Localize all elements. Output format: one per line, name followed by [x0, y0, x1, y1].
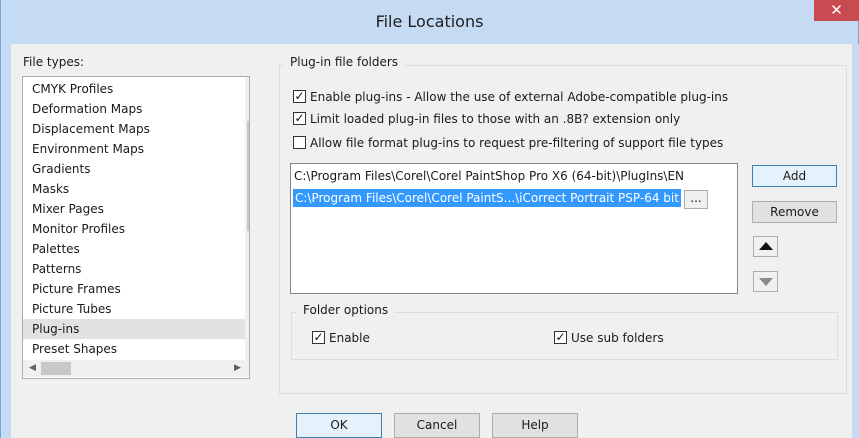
window-right-frame: [852, 44, 859, 438]
help-button[interactable]: Help: [492, 413, 578, 438]
browse-button[interactable]: ...: [684, 190, 708, 209]
scroll-left-icon[interactable]: ◀: [24, 360, 41, 377]
checkbox-label[interactable]: Use sub folders: [571, 329, 664, 347]
dialog-title: File Locations: [375, 12, 484, 31]
folder-path-row-selected[interactable]: C:\Program Files\Corel\Corel PaintS...\i…: [293, 189, 681, 207]
checkbox-label[interactable]: Allow file format plug-ins to request pr…: [310, 134, 723, 152]
add-button[interactable]: Add: [752, 165, 837, 187]
window-left-frame: [1, 44, 11, 438]
list-item[interactable]: Mixer Pages: [32, 199, 104, 219]
vertical-scrollbar[interactable]: ▲ ▼: [245, 77, 249, 360]
horizontal-scrollbar[interactable]: ◀ ▶: [23, 360, 249, 377]
plugin-folders-group-title: Plug-in file folders: [284, 55, 405, 69]
list-item[interactable]: Preset Shapes: [32, 339, 117, 359]
ok-button[interactable]: OK: [296, 413, 382, 438]
close-icon: ✕: [830, 1, 843, 19]
triangle-up-icon: [759, 242, 773, 250]
list-item-selected[interactable]: Plug-ins: [23, 319, 246, 339]
close-button[interactable]: ✕: [814, 0, 859, 21]
title-bar: File Locations ✕: [1, 0, 859, 44]
list-item[interactable]: Masks: [32, 179, 69, 199]
list-item[interactable]: Monitor Profiles: [32, 219, 125, 239]
checkbox-box[interactable]: ✓: [312, 331, 325, 344]
list-item[interactable]: Patterns: [32, 259, 81, 279]
check-icon: ✓: [555, 330, 566, 344]
plugin-folders-list[interactable]: C:\Program Files\Corel\Corel PaintShop P…: [290, 163, 738, 294]
scroll-right-icon[interactable]: ▶: [229, 360, 246, 377]
scroll-down-icon[interactable]: ▼: [245, 342, 249, 359]
file-locations-dialog: File Locations ✕ File types: CMYK Profil…: [0, 0, 859, 438]
triangle-down-icon: [759, 278, 773, 286]
list-item[interactable]: Palettes: [32, 239, 80, 259]
list-item[interactable]: Deformation Maps: [32, 99, 142, 119]
checkbox-box[interactable]: [293, 136, 306, 149]
scroll-up-icon[interactable]: ▲: [245, 79, 249, 96]
check-icon: ✓: [313, 330, 324, 344]
move-up-button[interactable]: [753, 236, 778, 257]
list-item[interactable]: Picture Frames: [32, 279, 121, 299]
remove-button[interactable]: Remove: [752, 201, 837, 223]
list-item[interactable]: CMYK Profiles: [32, 79, 113, 99]
checkbox-label[interactable]: Enable plug-ins - Allow the use of exter…: [310, 88, 728, 106]
file-types-label: File types:: [23, 55, 84, 69]
check-icon: ✓: [294, 111, 305, 125]
file-types-list[interactable]: CMYK Profiles Deformation Maps Displacem…: [22, 76, 250, 379]
horizontal-scroll-thumb[interactable]: [41, 362, 71, 375]
list-item[interactable]: Environment Maps: [32, 139, 144, 159]
checkbox-box[interactable]: ✓: [554, 331, 567, 344]
folder-path-row[interactable]: C:\Program Files\Corel\Corel PaintShop P…: [294, 167, 684, 185]
list-item[interactable]: Picture Tubes: [32, 299, 111, 319]
checkbox-label[interactable]: Enable: [329, 329, 370, 347]
move-down-button[interactable]: [753, 271, 778, 292]
cancel-button[interactable]: Cancel: [394, 413, 480, 438]
folder-options-group-title: Folder options: [297, 303, 395, 317]
checkbox-box[interactable]: ✓: [293, 90, 306, 103]
list-item[interactable]: Gradients: [32, 159, 90, 179]
checkbox-box[interactable]: ✓: [293, 112, 306, 125]
check-icon: ✓: [294, 89, 305, 103]
checkbox-label[interactable]: Limit loaded plug-in files to those with…: [310, 110, 680, 128]
list-item[interactable]: Displacement Maps: [32, 119, 150, 139]
vertical-scroll-thumb[interactable]: [247, 121, 249, 231]
